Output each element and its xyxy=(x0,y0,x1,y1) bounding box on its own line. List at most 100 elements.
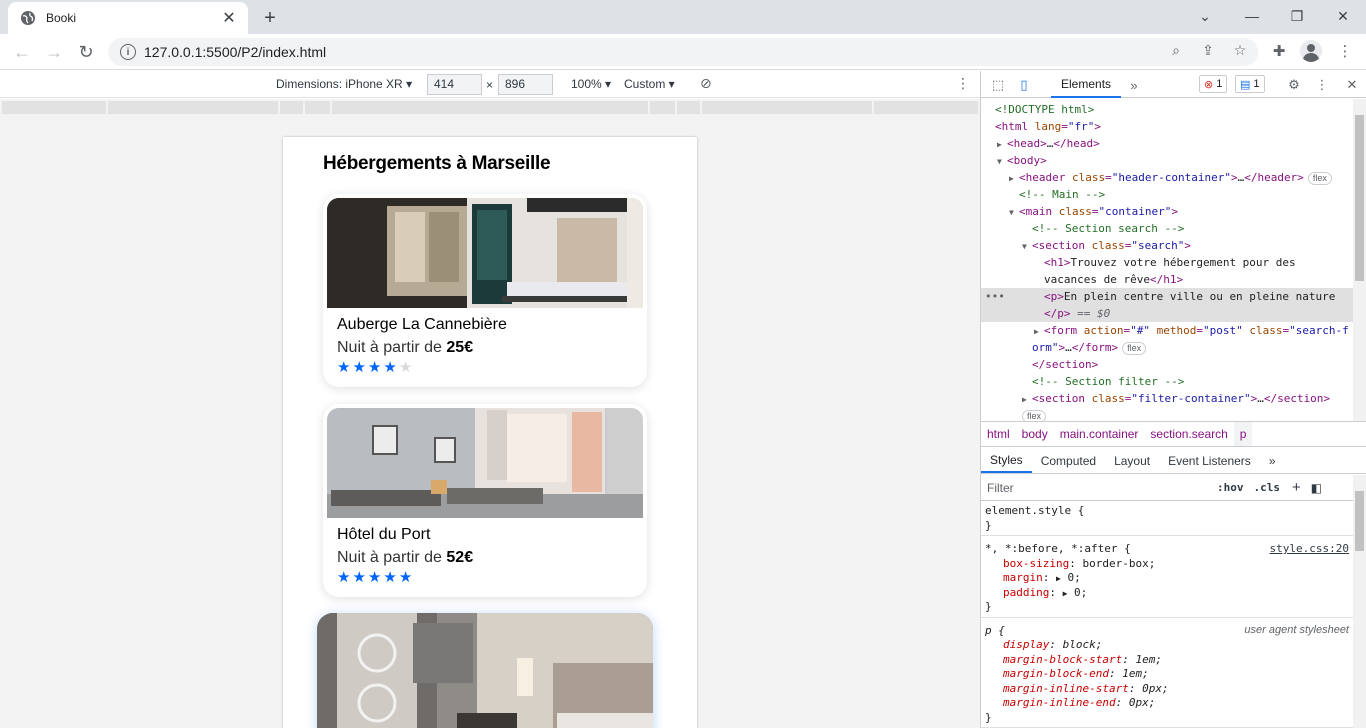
rule-selector: element.style { xyxy=(985,504,1085,517)
reload-button[interactable]: ↻ xyxy=(72,38,100,66)
styles-filter-input[interactable]: Filter xyxy=(987,478,1213,498)
dom-line[interactable]: ▼ <main class="container"> xyxy=(1009,203,1178,220)
style-rule[interactable]: element.style { } xyxy=(981,502,1353,536)
profile-avatar[interactable] xyxy=(1300,40,1322,62)
dom-line[interactable]: <!DOCTYPE html> xyxy=(995,101,1094,118)
dom-line[interactable]: ▼ <body> xyxy=(997,152,1047,169)
devtools-menu-icon[interactable]: ⋮ xyxy=(1313,76,1331,94)
tab-title: Booki xyxy=(46,11,77,25)
dom-line[interactable]: ▶ <head>…</head> xyxy=(997,135,1100,152)
back-button[interactable]: ← xyxy=(8,38,36,66)
dom-line[interactable]: <!-- Main --> xyxy=(1019,186,1105,203)
more-subtabs-icon[interactable]: » xyxy=(1260,448,1285,473)
crumb-body[interactable]: body xyxy=(1016,422,1054,446)
toggle-sidebar-icon[interactable]: ◧ xyxy=(1311,481,1322,495)
tab-elements[interactable]: Elements xyxy=(1051,71,1122,98)
dimension-separator: × xyxy=(486,78,494,92)
height-input[interactable]: 896 xyxy=(498,74,553,95)
media-query-segment[interactable] xyxy=(305,101,330,114)
media-query-segment[interactable] xyxy=(874,101,978,114)
media-query-segment[interactable] xyxy=(677,101,700,114)
width-input[interactable]: 414 xyxy=(427,74,482,95)
device-toggle-icon[interactable]: ▯ xyxy=(1015,76,1033,94)
dom-line[interactable]: <h1>Trouvez votre hébergement pour des xyxy=(1044,254,1296,271)
error-badge[interactable]: ⊗ 1 xyxy=(1199,75,1228,93)
dom-tree[interactable]: <!DOCTYPE html> <html lang="fr"> ▶ <head>… xyxy=(981,99,1353,421)
zoom-select[interactable]: 100% ▾ xyxy=(571,77,611,91)
dom-line[interactable]: ▼ <section class="search"> xyxy=(1022,237,1191,254)
address-bar[interactable]: i 127.0.0.1:5500/P2/index.html xyxy=(108,38,1258,66)
dimensions-select[interactable]: Dimensions: iPhone XR ▾ xyxy=(276,77,412,91)
style-rule[interactable]: user agent stylesheet p { display: block… xyxy=(981,618,1353,728)
media-query-segment[interactable] xyxy=(702,101,872,114)
styles-subtabs: Styles Computed Layout Event Listeners » xyxy=(981,448,1366,474)
crumb-p[interactable]: p xyxy=(1233,422,1253,446)
rule-property[interactable]: margin: ▶ 0; xyxy=(985,571,1349,586)
new-tab-button[interactable]: + xyxy=(258,6,282,30)
dom-line[interactable]: ▶ <header class="header-container">…</hea… xyxy=(1009,169,1332,186)
rule-property[interactable]: box-sizing: border-box; xyxy=(985,557,1349,572)
scroll-thumb[interactable] xyxy=(1355,115,1364,281)
media-query-segment[interactable] xyxy=(332,101,648,114)
tab-computed[interactable]: Computed xyxy=(1032,448,1105,473)
rule-property[interactable]: padding: ▶ 0; xyxy=(985,586,1349,601)
media-query-segment[interactable] xyxy=(108,101,278,114)
hotel-photo xyxy=(327,408,643,518)
restore-button[interactable]: ❐ xyxy=(1274,2,1320,30)
styles-scrollbar[interactable] xyxy=(1353,475,1366,728)
zoom-icon[interactable]: ⌕ xyxy=(1166,40,1186,60)
dom-line[interactable]: <!-- Section filter --> xyxy=(1032,373,1184,390)
browser-tab[interactable]: Booki ✕ xyxy=(8,2,248,34)
rule-property: margin-inline-end: 0px; xyxy=(1003,696,1156,709)
device-more-icon[interactable]: ⋮ xyxy=(956,75,970,92)
close-window-button[interactable]: ✕ xyxy=(1320,2,1366,30)
hov-toggle[interactable]: :hov xyxy=(1217,481,1244,494)
tab-event-listeners[interactable]: Event Listeners xyxy=(1159,448,1260,473)
close-tab-icon[interactable]: ✕ xyxy=(220,9,238,27)
media-query-segment[interactable] xyxy=(280,101,303,114)
star-icon: ★ xyxy=(383,569,397,586)
rule-source-link[interactable]: style.css:20 xyxy=(1270,542,1349,555)
rotate-icon[interactable]: ⊘ xyxy=(700,75,712,92)
crumb-main[interactable]: main.container xyxy=(1054,422,1145,446)
add-rule-icon[interactable]: + xyxy=(1292,479,1301,496)
scroll-thumb[interactable] xyxy=(1355,491,1364,551)
throttle-select[interactable]: Custom ▾ xyxy=(624,77,675,91)
dom-line-selected[interactable]: <p>En plein centre ville ou en pleine na… xyxy=(1044,288,1335,305)
media-query-segment[interactable] xyxy=(2,101,106,114)
tab-styles[interactable]: Styles xyxy=(981,448,1032,473)
hotel-card[interactable]: Auberge La Cannebière Nuit à partir de 2… xyxy=(323,194,647,387)
dom-line[interactable]: <html lang="fr"> xyxy=(995,118,1101,135)
settings-gear-icon[interactable]: ⚙ xyxy=(1285,76,1303,94)
crumb-html[interactable]: html xyxy=(981,422,1016,446)
tab-search-icon[interactable]: ⌄ xyxy=(1182,2,1228,30)
hotel-card-hovered[interactable] xyxy=(317,613,653,728)
dom-line[interactable]: ▶ <form action="#" method="post" class="s… xyxy=(1034,322,1349,339)
inspect-element-icon[interactable]: ⬚ xyxy=(989,76,1007,94)
node-actions-icon[interactable]: ••• xyxy=(985,288,1005,305)
menu-icon[interactable]: ⋮ xyxy=(1334,40,1356,62)
share-icon[interactable]: ⇪ xyxy=(1198,40,1218,60)
cls-toggle[interactable]: .cls xyxy=(1254,481,1281,494)
hotel-card[interactable]: Hôtel du Port Nuit à partir de 52€ ★ ★ ★… xyxy=(323,404,647,597)
forward-button[interactable]: → xyxy=(40,38,68,66)
dom-line[interactable]: </section> xyxy=(1032,356,1098,373)
bookmark-star-icon[interactable]: ☆ xyxy=(1230,40,1250,60)
media-query-segment[interactable] xyxy=(650,101,675,114)
site-info-icon[interactable]: i xyxy=(120,44,136,60)
crumb-section[interactable]: section.search xyxy=(1144,422,1233,446)
more-tabs-icon[interactable]: » xyxy=(1125,76,1143,94)
dom-line[interactable]: ▶ <section class="filter-container">…</se… xyxy=(1022,390,1330,407)
tab-layout[interactable]: Layout xyxy=(1105,448,1159,473)
style-rule[interactable]: style.css:20 *, *:before, *:after { box-… xyxy=(981,536,1353,618)
close-devtools-icon[interactable]: ✕ xyxy=(1343,76,1361,94)
devtools-toolbar: ⬚ ▯ Elements » ⊗ 1 ▤ 1 ⚙ ⋮ ✕ xyxy=(981,71,1366,98)
minimize-button[interactable]: — xyxy=(1229,2,1275,30)
dom-line[interactable]: <!-- Section search --> xyxy=(1032,220,1184,237)
rating-stars: ★ ★ ★ ★ ★ xyxy=(337,360,643,375)
extensions-icon[interactable]: ✚ xyxy=(1268,40,1290,62)
globe-icon xyxy=(20,10,36,26)
message-badge[interactable]: ▤ 1 xyxy=(1235,75,1265,93)
hotel-photo xyxy=(317,613,653,728)
dom-scrollbar[interactable] xyxy=(1353,99,1366,421)
